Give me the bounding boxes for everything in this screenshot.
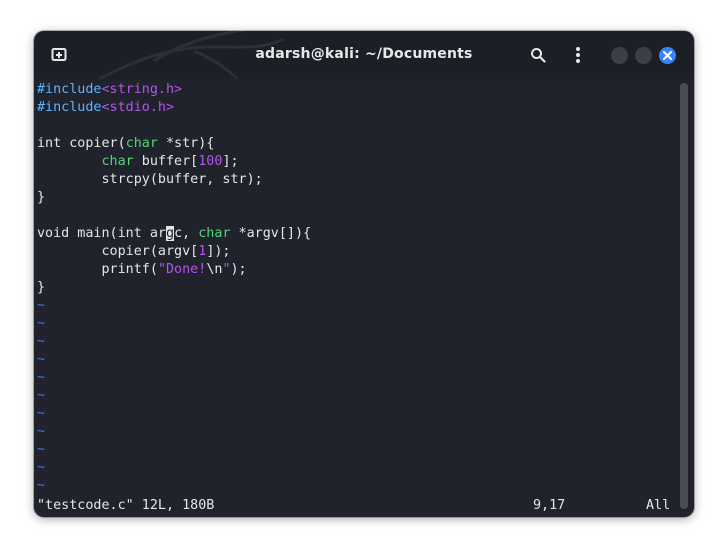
status-scroll-indicator: All	[646, 498, 671, 513]
code-line-10: copier(argv[1]);	[37, 244, 231, 259]
empty-line-marker: ~	[37, 424, 46, 439]
empty-line-marker: ~	[37, 334, 46, 349]
empty-line-marker: ~	[37, 442, 46, 457]
terminal-content[interactable]: #include<string.h> #include<stdio.h> int…	[37, 79, 677, 517]
code-line-5: char buffer[100];	[101, 154, 239, 169]
maximize-button[interactable]	[635, 47, 652, 64]
empty-line-marker: ~	[37, 298, 46, 313]
empty-line-marker: ~	[37, 352, 46, 367]
code-line-9: void main(int argc, char *argv[]){	[37, 226, 312, 241]
search-icon[interactable]	[528, 45, 548, 65]
empty-line-marker: ~	[37, 316, 46, 331]
empty-line-marker: ~	[37, 478, 46, 493]
status-cursor-position: 9,17	[533, 498, 566, 513]
empty-line-marker: ~	[37, 406, 46, 421]
code-line-1: #include<string.h>	[37, 82, 183, 97]
terminal-window: adarsh@kali: ~/Documents #include<string…	[34, 31, 694, 517]
code-line-2: #include<stdio.h>	[37, 100, 175, 115]
code-line-4: int copier(char *str){	[37, 136, 215, 151]
code-line-11: printf("Done!\n");	[37, 262, 247, 277]
close-icon	[663, 51, 672, 60]
minimize-button[interactable]	[611, 47, 628, 64]
menu-icon[interactable]	[568, 45, 588, 65]
empty-line-marker: ~	[37, 370, 46, 385]
text-cursor: g	[166, 226, 175, 241]
title-bar[interactable]: adarsh@kali: ~/Documents	[34, 31, 694, 79]
window-title: adarsh@kali: ~/Documents	[255, 46, 473, 62]
empty-line-marker: ~	[37, 460, 46, 475]
scrollbar[interactable]	[680, 83, 688, 509]
code-line-6: strcpy(buffer, str);	[37, 172, 263, 187]
status-file-info: "testcode.c" 12L, 180B	[37, 498, 215, 513]
code-line-7: }	[37, 190, 46, 205]
code-line-12: }	[37, 280, 46, 295]
close-button[interactable]	[659, 47, 676, 64]
empty-line-marker: ~	[37, 388, 46, 403]
